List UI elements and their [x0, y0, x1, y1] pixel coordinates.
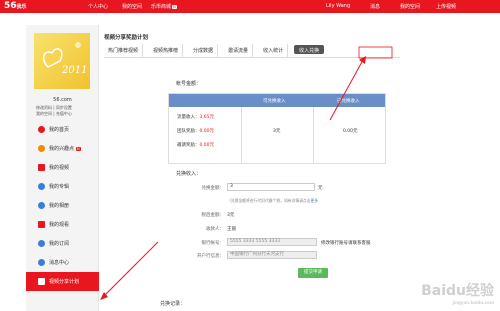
bank-info-label: 开户行信息：	[197, 254, 224, 259]
nav-upload-video[interactable]: 上传视频	[436, 3, 456, 10]
video-icon	[38, 164, 45, 171]
amount-input[interactable]: 3	[227, 183, 315, 191]
sidebar-item-home[interactable]: 我的首页	[26, 120, 99, 139]
exchange-label: 兑换收入：	[176, 171, 202, 177]
record-label: 兑换记录：	[160, 301, 186, 307]
tab-hot-list[interactable]: 视频热推榜	[149, 44, 184, 57]
after-tax-value: 3元	[227, 213, 235, 218]
tab-bar: 热门推荐视频 视频热推榜 分成数据 邀请流量 收入统计 收入兑换	[104, 44, 400, 58]
watermark: Baidu经验 jingyan.baidu.com	[421, 283, 494, 305]
tab-income-stats[interactable]: 收入统计	[259, 44, 289, 57]
sidebar-item-messages[interactable]: 消息中心	[26, 253, 99, 272]
nav-my-space[interactable]: 我的空间	[122, 3, 142, 10]
tab-revenue-data[interactable]: 分成数据	[189, 44, 219, 57]
amount-unit: 元	[318, 186, 323, 191]
svg-text:2011: 2011	[61, 65, 87, 76]
site-logo[interactable]: 56我乐	[4, 1, 27, 11]
traffic-income-row: 流量收入：3.65元	[177, 115, 215, 120]
sidebar-menu: 我的首页 我的兴趣点 N 我的视频 我的专辑 我的相册 我的观看 我的订阅 消息中…	[26, 120, 99, 291]
invite-reward-row: 邀请奖励：0.00元	[177, 143, 215, 148]
redeemable-value: 3元	[273, 129, 281, 134]
username: 56.com	[53, 97, 72, 103]
share-icon	[38, 278, 45, 285]
nav-coin-mall[interactable]: 乐币商城 N	[151, 3, 177, 10]
team-reward-row: 团队奖励：0.00元	[177, 129, 215, 134]
bank-info-field: 中国银行广州分行天河支行	[227, 251, 317, 259]
more-link[interactable]: 更多	[311, 198, 319, 203]
payee-value: 王丽	[227, 227, 236, 232]
nav-personal-center[interactable]: 个人中心	[88, 3, 108, 10]
hot-badge: N	[76, 146, 81, 151]
sidebar: 2011 56.com 修改资料 | 同步设置 我的空间 | 充值中心 我的首页…	[26, 25, 99, 311]
sidebar-item-albums[interactable]: 我的专辑	[26, 177, 99, 196]
page-title: 视频分享奖励计划	[104, 35, 149, 41]
photo-icon	[38, 202, 45, 209]
nav-my-space-right[interactable]: 我的空间	[400, 3, 420, 10]
amount-label: 兑换金额：	[201, 186, 225, 191]
user-menu[interactable]: Lily Wang	[326, 3, 350, 9]
top-bar: 56我乐 个人中心 我的空间 乐币商城 N Lily Wang 消息 我的空间 上…	[0, 0, 500, 13]
tab-hot-recommend[interactable]: 热门推荐视频	[104, 44, 144, 57]
payee-label: 收款人：	[206, 227, 224, 232]
home-icon	[38, 126, 45, 133]
watch-icon	[38, 221, 45, 228]
sidebar-item-videos[interactable]: 我的视频	[26, 158, 99, 177]
balance-table-header: 可兑换收入 已兑换收入	[169, 94, 385, 107]
bank-account-field: 5555 3333 5555 3333	[227, 238, 317, 246]
submit-apply-button[interactable]: 提交申请	[298, 268, 328, 278]
after-tax-label: 税后金额：	[201, 213, 225, 218]
amount-hint: （兑换金额将进行代扣代缴个税，如有详情请点击更多	[227, 198, 319, 203]
redeemed-value: 0.00元	[343, 129, 358, 134]
profile-links[interactable]: 修改资料 | 同步设置 我的空间 | 充值中心	[36, 105, 72, 117]
new-badge: N	[172, 5, 177, 9]
subscribe-icon	[38, 240, 45, 247]
header-redeemable: 可兑换收入	[263, 99, 286, 104]
account-label: 帐号金额：	[176, 81, 202, 87]
main-content: 视频分享奖励计划 热门推荐视频 视频热推榜 分成数据 邀请流量 收入统计 收入兑…	[100, 25, 500, 311]
tab-income-exchange[interactable]: 收入兑换	[294, 45, 325, 54]
bank-hint: 修改银行账号请联系客服	[321, 241, 371, 246]
sidebar-item-share-plan[interactable]: 视频分享计划	[26, 272, 99, 291]
interest-icon	[38, 145, 45, 152]
sidebar-item-photos[interactable]: 我的相册	[26, 196, 99, 215]
bank-label: 银行帐号：	[201, 241, 225, 246]
sidebar-item-watch[interactable]: 我的观看	[26, 215, 99, 234]
message-icon	[38, 259, 45, 266]
nav-messages[interactable]: 消息	[370, 3, 380, 10]
avatar[interactable]: 2011	[34, 33, 90, 89]
tab-invite-traffic[interactable]: 邀请流量	[224, 44, 254, 57]
balance-table: 可兑换收入 已兑换收入 流量收入：3.65元 团队奖励：0.00元 邀请奖励：0…	[168, 93, 386, 164]
sidebar-item-subscribe[interactable]: 我的订阅	[26, 234, 99, 253]
header-redeemed: 已兑换收入	[337, 99, 360, 104]
album-icon	[38, 183, 45, 190]
sidebar-item-interest[interactable]: 我的兴趣点 N	[26, 139, 99, 158]
